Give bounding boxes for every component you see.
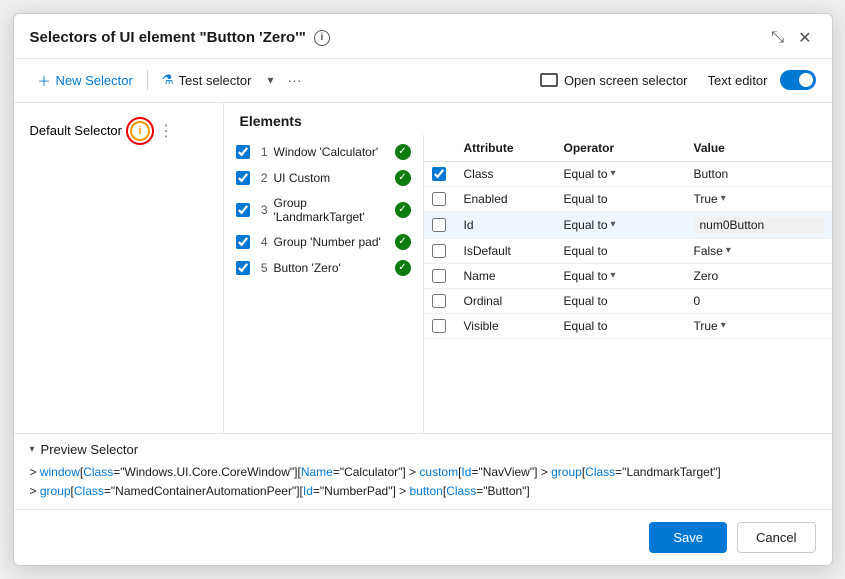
attr-row-id[interactable]: Id Equal to ▾ num0Button	[424, 212, 832, 239]
elements-split: 1 Window 'Calculator' ✓ 2 UI Custom ✓ 3 …	[224, 135, 832, 433]
cancel-button[interactable]: Cancel	[737, 522, 815, 553]
dialog-footer: Save Cancel	[14, 509, 832, 565]
title-info-icon[interactable]: i	[314, 30, 330, 46]
preview-code: > window[Class="Windows.UI.Core.CoreWind…	[30, 463, 816, 501]
element-row[interactable]: 5 Button 'Zero' ✓	[224, 255, 423, 281]
toolbar-separator	[147, 70, 148, 90]
element-row[interactable]: 1 Window 'Calculator' ✓	[224, 139, 423, 165]
save-button[interactable]: Save	[649, 522, 727, 553]
col-operator: Operator	[564, 141, 694, 155]
attributes-panel: Attribute Operator Value Class Equal to …	[424, 135, 832, 433]
test-icon: ⚗	[162, 72, 174, 88]
element-2-status: ✓	[395, 170, 411, 186]
dialog-controls: ⤡ ✕	[767, 26, 815, 50]
attr-row-ordinal[interactable]: Ordinal Equal to 0	[424, 289, 832, 314]
preview-section: ▾ Preview Selector > window[Class="Windo…	[14, 433, 832, 509]
toolbar-left: ＋ New Selector ⚗ Test selector ▾ ···	[30, 67, 308, 94]
col-attribute: Attribute	[464, 141, 564, 155]
preview-toggle-label: Preview Selector	[41, 442, 139, 457]
attr-row-isdefault[interactable]: IsDefault Equal to False ▾	[424, 239, 832, 264]
plus-icon: ＋	[38, 71, 51, 90]
resize-button[interactable]: ⤡	[767, 27, 788, 49]
attr-enabled-checkbox[interactable]	[432, 192, 446, 206]
toolbar: ＋ New Selector ⚗ Test selector ▾ ··· Ope…	[14, 59, 832, 103]
dialog-title: Selectors of UI element "Button 'Zero'" …	[30, 29, 330, 46]
element-4-status: ✓	[395, 234, 411, 250]
elements-list: 1 Window 'Calculator' ✓ 2 UI Custom ✓ 3 …	[224, 135, 424, 433]
element-3-status: ✓	[395, 202, 411, 218]
attributes-header: Attribute Operator Value	[424, 135, 832, 162]
open-screen-label: Open screen selector	[564, 73, 688, 88]
attr-visible-checkbox[interactable]	[432, 319, 446, 333]
element-4-checkbox[interactable]	[236, 235, 250, 249]
elements-title: Elements	[240, 113, 302, 129]
default-selector-label: Default Selector	[30, 123, 123, 138]
default-selector-item[interactable]: Default Selector i ⋮	[22, 115, 215, 147]
text-editor-label: Text editor	[708, 73, 768, 88]
attr-class-checkbox[interactable]	[432, 167, 446, 181]
class-op-chevron[interactable]: ▾	[611, 168, 616, 179]
element-row[interactable]: 4 Group 'Number pad' ✓	[224, 229, 423, 255]
right-panel: Elements 1 Window 'Calculator' ✓ 2 UI Cu…	[224, 103, 832, 433]
info-icon-yellow-wrapper: i	[130, 121, 150, 141]
more-options-button[interactable]: ···	[282, 68, 308, 92]
toolbar-right: Open screen selector Text editor	[532, 69, 816, 92]
test-selector-button[interactable]: ⚗ Test selector	[154, 68, 260, 92]
open-screen-selector-button[interactable]: Open screen selector	[532, 69, 696, 92]
attr-row-visible[interactable]: Visible Equal to True ▾	[424, 314, 832, 339]
left-panel: Default Selector i ⋮	[14, 103, 224, 433]
isdefault-val-chevron[interactable]: ▾	[726, 245, 731, 256]
element-5-checkbox[interactable]	[236, 261, 250, 275]
attr-row-enabled[interactable]: Enabled Equal to True ▾	[424, 187, 832, 212]
element-3-checkbox[interactable]	[236, 203, 250, 217]
attr-row-class[interactable]: Class Equal to ▾ Button	[424, 162, 832, 187]
element-2-checkbox[interactable]	[236, 171, 250, 185]
dialog-title-text: Selectors of UI element "Button 'Zero'"	[30, 29, 306, 46]
element-1-status: ✓	[395, 144, 411, 160]
close-button[interactable]: ✕	[794, 26, 815, 50]
attr-ordinal-checkbox[interactable]	[432, 294, 446, 308]
selectors-dialog: Selectors of UI element "Button 'Zero'" …	[13, 13, 833, 566]
attr-name-checkbox[interactable]	[432, 269, 446, 283]
test-selector-chevron[interactable]: ▾	[263, 69, 277, 91]
dialog-header: Selectors of UI element "Button 'Zero'" …	[14, 14, 832, 59]
attr-row-name[interactable]: Name Equal to ▾ Zero	[424, 264, 832, 289]
elements-header: Elements	[224, 103, 832, 135]
enabled-val-chevron[interactable]: ▾	[721, 193, 726, 204]
selector-info-icon[interactable]: i	[130, 121, 150, 141]
id-op-chevron[interactable]: ▾	[611, 219, 616, 230]
preview-chevron-icon: ▾	[30, 444, 35, 455]
attr-id-checkbox[interactable]	[432, 218, 446, 232]
name-op-chevron[interactable]: ▾	[611, 270, 616, 281]
visible-val-chevron[interactable]: ▾	[721, 320, 726, 331]
preview-line-2: > group[Class="NamedContainerAutomationP…	[30, 482, 816, 501]
element-row[interactable]: 3 Group'LandmarkTarget' ✓	[224, 191, 423, 229]
element-row[interactable]: 2 UI Custom ✓	[224, 165, 423, 191]
test-selector-label: Test selector	[178, 73, 251, 88]
text-editor-toggle[interactable]	[780, 70, 816, 90]
new-selector-button[interactable]: ＋ New Selector	[30, 67, 141, 94]
attr-isdefault-checkbox[interactable]	[432, 244, 446, 258]
selector-more-icon[interactable]: ⋮	[158, 121, 174, 141]
element-5-status: ✓	[395, 260, 411, 276]
new-selector-label: New Selector	[56, 73, 133, 88]
preview-toggle[interactable]: ▾ Preview Selector	[30, 442, 816, 457]
main-content: Default Selector i ⋮ Elements 1 Window '…	[14, 103, 832, 433]
col-value: Value	[694, 141, 824, 155]
element-1-checkbox[interactable]	[236, 145, 250, 159]
screen-icon	[540, 73, 558, 87]
preview-line-1: > window[Class="Windows.UI.Core.CoreWind…	[30, 463, 816, 482]
